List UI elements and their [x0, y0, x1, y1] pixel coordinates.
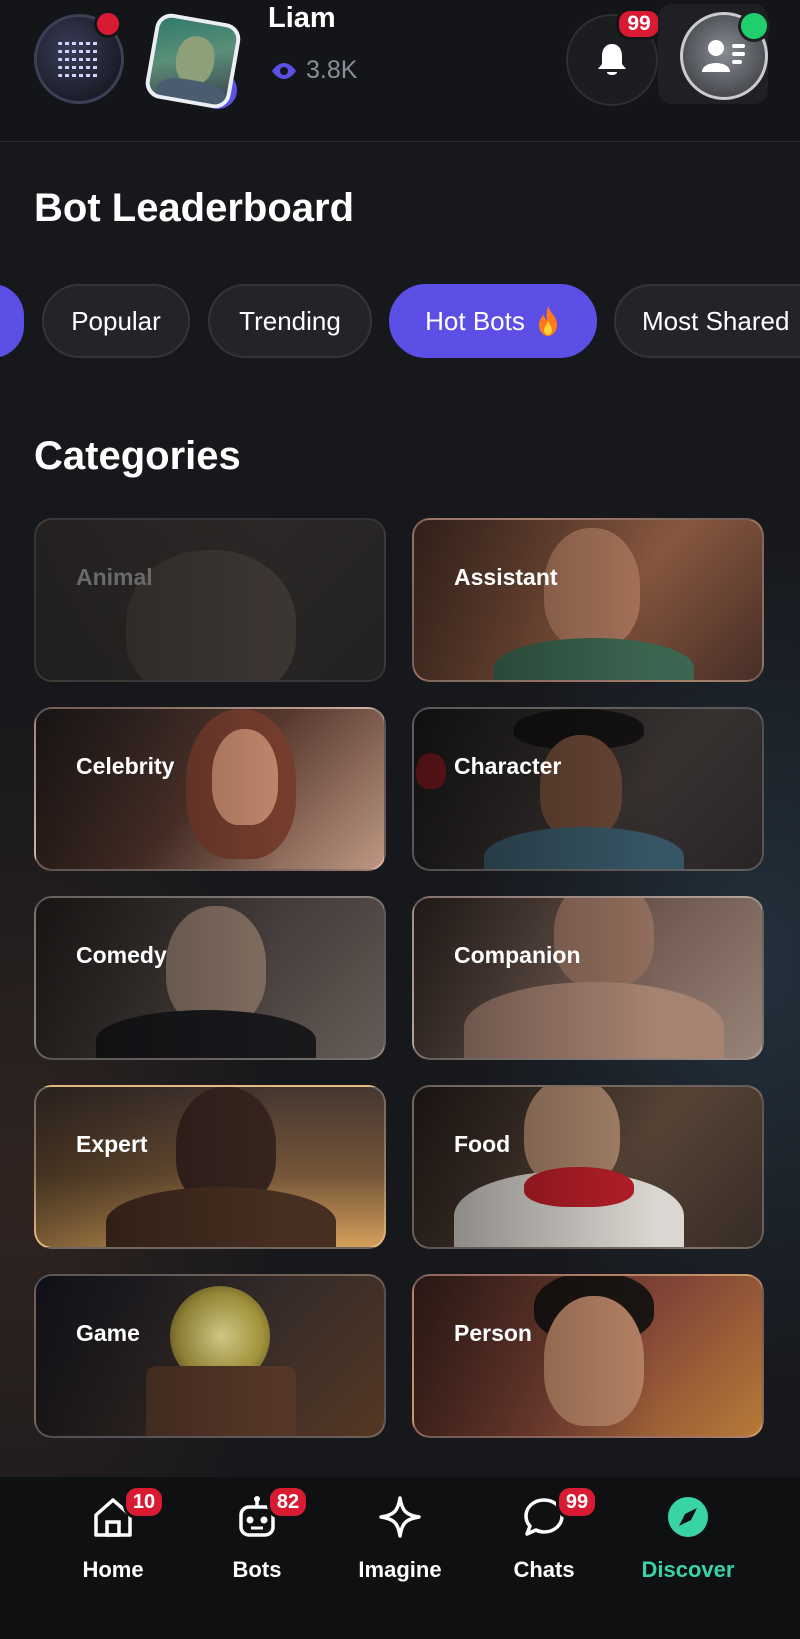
- chip-partial[interactable]: [0, 284, 24, 358]
- nav-label: Imagine: [358, 1557, 442, 1582]
- bell-icon: [598, 44, 626, 75]
- home-badge: 10: [123, 1485, 165, 1519]
- category-label: Expert: [76, 1131, 148, 1157]
- nav-bots[interactable]: 82 Bots: [187, 1485, 327, 1605]
- eye-icon: [272, 62, 296, 79]
- nav-discover[interactable]: Discover: [618, 1495, 758, 1605]
- category-card-companion[interactable]: Companion: [412, 896, 764, 1060]
- category-card-assistant[interactable]: Assistant: [412, 518, 764, 682]
- top-header: Liam 3.8K 99: [0, 0, 800, 142]
- category-card-comedy[interactable]: Comedy: [34, 896, 386, 1060]
- nav-label: Chats: [513, 1557, 575, 1582]
- category-label: Comedy: [76, 942, 167, 968]
- sparkle-icon: [379, 1496, 421, 1538]
- chip-most-shared[interactable]: Most Shared: [614, 284, 800, 358]
- chip-label: Most Shared: [642, 305, 790, 336]
- bottom-navigation: 10 Home 82 Bots Imagine 99 Chats Discove…: [0, 1477, 800, 1639]
- chip-label: Trending: [239, 305, 341, 336]
- category-label: Food: [454, 1131, 511, 1157]
- nav-imagine[interactable]: Imagine: [330, 1495, 470, 1605]
- nav-home[interactable]: 10 Home: [43, 1485, 183, 1605]
- chip-trending[interactable]: Trending: [208, 284, 372, 358]
- category-card-food[interactable]: Food: [412, 1085, 764, 1249]
- category-card-animal[interactable]: Animal: [34, 518, 386, 682]
- views-count: 3.8K: [270, 56, 357, 85]
- chip-hot-bots[interactable]: Hot Bots: [389, 284, 597, 358]
- notification-badge: 99: [616, 8, 662, 40]
- category-label: Assistant: [454, 564, 558, 590]
- category-label: Animal: [76, 564, 153, 590]
- compass-icon: [668, 1497, 708, 1537]
- live-indicator-dot: [94, 10, 122, 38]
- chip-label: Hot Bots: [425, 305, 525, 336]
- user-name[interactable]: Liam: [268, 2, 336, 35]
- nav-label: Bots: [232, 1557, 282, 1582]
- category-label: Celebrity: [76, 753, 175, 779]
- category-label: Game: [76, 1320, 140, 1346]
- profile-avatar[interactable]: [143, 11, 243, 111]
- category-label: Character: [454, 753, 562, 779]
- fire-icon: [538, 306, 557, 336]
- category-card-character[interactable]: Character: [412, 707, 764, 871]
- categories-title: Categories: [34, 434, 241, 478]
- category-card-expert[interactable]: Expert: [34, 1085, 386, 1249]
- nav-chats[interactable]: 99 Chats: [474, 1485, 614, 1605]
- views-value: 3.8K: [306, 56, 358, 84]
- category-label: Companion: [454, 942, 581, 968]
- category-card-game[interactable]: Game: [34, 1274, 386, 1438]
- chip-label: Popular: [71, 305, 161, 336]
- leaderboard-title: Bot Leaderboard: [34, 186, 355, 230]
- nav-label: Discover: [641, 1557, 735, 1582]
- bots-badge: 82: [267, 1485, 309, 1519]
- contacts-icon: [702, 40, 745, 72]
- waveform-icon: [58, 41, 100, 77]
- chats-badge: 99: [556, 1485, 598, 1519]
- chip-popular[interactable]: Popular: [42, 284, 190, 358]
- leaderboard-filter-chips: Popular Trending Hot Bots Most Shared: [0, 284, 800, 360]
- category-card-celebrity[interactable]: Celebrity: [34, 707, 386, 871]
- category-label: Person: [454, 1320, 532, 1346]
- online-indicator-dot: [738, 10, 770, 42]
- category-card-person[interactable]: Person: [412, 1274, 764, 1438]
- nav-label: Home: [82, 1557, 144, 1582]
